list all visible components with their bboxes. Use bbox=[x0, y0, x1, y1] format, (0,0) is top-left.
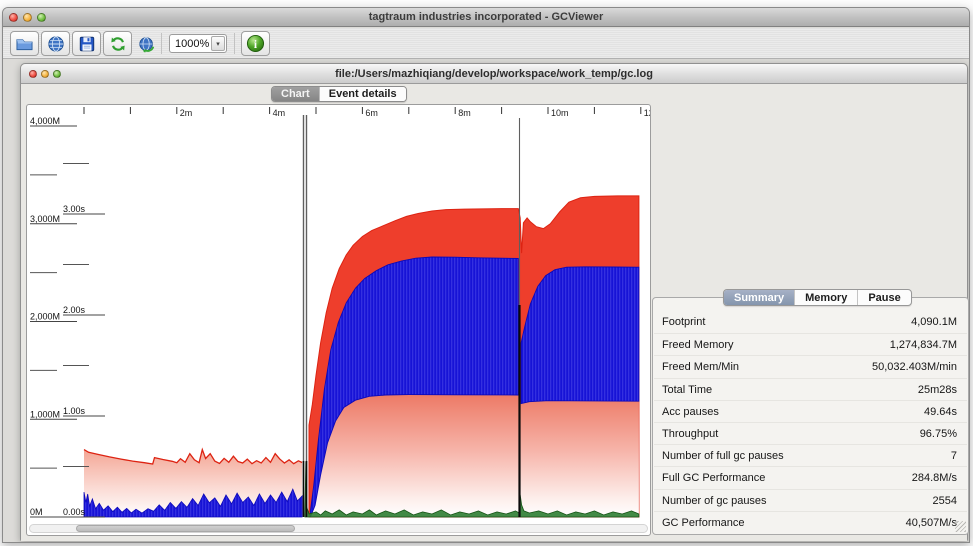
chart-time-ruler: 2m 4m 6m 8m 10m 12m bbox=[83, 107, 650, 118]
x-tick-label: 12m bbox=[644, 108, 650, 118]
gc-chart: 2m 4m 6m 8m 10m 12m 0M 1,000M 2,000M 3,000M 4,000… bbox=[30, 107, 650, 518]
gc-chart-panel: 2m 4m 6m 8m 10m 12m 0M 1,000M 2,000M 3,000M 4,000… bbox=[26, 104, 651, 536]
app-titlebar[interactable]: tagtraum industries incorporated - GCVie… bbox=[3, 8, 969, 27]
view-tabs: Chart Event details bbox=[271, 86, 407, 102]
summary-row: Throughput 96.75% bbox=[654, 421, 967, 444]
x-tick-label: 2m bbox=[180, 108, 193, 118]
toolbar-separator2 bbox=[234, 33, 235, 54]
scrollbar-thumb[interactable] bbox=[76, 525, 295, 532]
document-window: file:/Users/mazhiqiang/develop/workspace… bbox=[20, 63, 969, 541]
tab-summary[interactable]: Summary bbox=[724, 290, 795, 305]
summary-row: Freed Mem/Min 50,032.403M/min bbox=[654, 355, 967, 377]
summary-row-label: Number of full gc pauses bbox=[662, 450, 784, 463]
folder-icon bbox=[16, 39, 33, 51]
x-tick-label: 4m bbox=[273, 108, 286, 118]
summary-row-label: GC Performance bbox=[662, 516, 745, 529]
summary-panel: Footprint 4,090.1M Freed Memory 1,274,834.7… bbox=[652, 297, 969, 535]
summary-row-label: Freed Mem/Min bbox=[662, 361, 740, 374]
pause-axis-label: 3.00s bbox=[63, 204, 86, 214]
open-url-button[interactable] bbox=[41, 31, 70, 56]
chart-horizontal-scrollbar[interactable] bbox=[29, 524, 648, 533]
zoom-value: 1000% bbox=[175, 37, 210, 50]
document-body: Chart Event details 2m 4m 6m 8m 10m 1 0M… bbox=[21, 85, 969, 541]
document-titlebar[interactable]: file:/Users/mazhiqiang/develop/workspace… bbox=[21, 64, 967, 84]
watch-button[interactable] bbox=[134, 32, 160, 55]
summary-row-label: Acc pauses bbox=[662, 405, 719, 418]
chart-plot bbox=[83, 115, 640, 518]
save-icon bbox=[79, 36, 94, 51]
pause-axis-label: 1.00s bbox=[63, 406, 86, 416]
summary-row-value: 284.8M/s bbox=[911, 472, 957, 485]
tab-chart[interactable]: Chart bbox=[272, 87, 319, 101]
summary-row-value: 40,507M/s bbox=[905, 516, 957, 529]
svg-text:i: i bbox=[254, 39, 257, 51]
globe-sync-icon bbox=[139, 36, 155, 53]
pause-axis-label: 2.00s bbox=[63, 305, 86, 315]
x-tick-label: 6m bbox=[365, 108, 378, 118]
summary-row-value: 1,274,834.7M bbox=[889, 339, 957, 352]
info-button[interactable]: i bbox=[241, 31, 270, 56]
summary-row: Footprint 4,090.1M bbox=[654, 311, 967, 333]
memory-axis-label: 2,000M bbox=[30, 312, 60, 322]
tab-memory[interactable]: Memory bbox=[794, 290, 857, 305]
open-file-button[interactable] bbox=[10, 31, 39, 56]
summary-row-value: 2554 bbox=[932, 494, 957, 507]
summary-row-value: 7 bbox=[950, 450, 957, 463]
summary-row-value: 50,032.403M/min bbox=[872, 361, 957, 374]
globe-icon bbox=[47, 35, 64, 52]
summary-row-label: Footprint bbox=[662, 316, 706, 328]
summary-row-value: 4,090.1M bbox=[911, 316, 957, 328]
toolbar: 1000% ▾ i bbox=[3, 28, 969, 59]
zoom-combobox[interactable]: 1000% ▾ bbox=[169, 34, 227, 53]
export-button[interactable] bbox=[72, 31, 101, 56]
summary-tabs: Summary Memory Pause bbox=[723, 289, 912, 306]
screen: tagtraum industries incorporated - GCVie… bbox=[0, 0, 973, 546]
tab-pause[interactable]: Pause bbox=[857, 290, 910, 305]
pause-axis-label: 0.00s bbox=[63, 507, 86, 517]
summary-row-label: Number of gc pauses bbox=[662, 494, 767, 507]
summary-row-label: Full GC Performance bbox=[662, 472, 766, 485]
summary-row: Number of full gc pauses 7 bbox=[654, 444, 967, 466]
memory-axis-label: 4,000M bbox=[30, 116, 60, 126]
x-tick-label: 8m bbox=[458, 108, 471, 118]
summary-row-value: 49.64s bbox=[923, 405, 957, 418]
summary-table: Footprint 4,090.1M Freed Memory 1,274,834.7… bbox=[654, 311, 967, 533]
toolbar-separator bbox=[161, 33, 162, 54]
summary-row-value: 25m28s bbox=[917, 383, 957, 396]
chevron-down-icon[interactable]: ▾ bbox=[211, 36, 225, 51]
summary-row: Full GC Performance 284.8M/s bbox=[654, 466, 967, 488]
memory-axis-label: 1,000M bbox=[30, 409, 60, 419]
summary-row: Number of gc pauses 2554 bbox=[654, 488, 967, 511]
memory-axis-label: 0M bbox=[30, 507, 43, 517]
memory-axis-label: 3,000M bbox=[30, 214, 60, 224]
app-title: tagtraum industries incorporated - GCVie… bbox=[368, 11, 604, 23]
resize-grip-icon[interactable] bbox=[955, 521, 966, 532]
info-icon: i bbox=[246, 34, 265, 53]
used-heap-area-3 bbox=[520, 266, 640, 405]
summary-row: Freed Memory 1,274,834.7M bbox=[654, 333, 967, 355]
x-tick-label: 10m bbox=[551, 108, 569, 118]
summary-row-value: 96.75% bbox=[919, 427, 957, 440]
app-window: tagtraum industries incorporated - GCVie… bbox=[2, 7, 970, 543]
summary-row: GC Performance 40,507M/s bbox=[654, 510, 967, 533]
summary-row: Total Time 25m28s bbox=[654, 377, 967, 400]
tab-event-details[interactable]: Event details bbox=[318, 87, 406, 101]
summary-row-label: Throughput bbox=[662, 427, 719, 440]
refresh-icon bbox=[110, 36, 125, 51]
summary-row-label: Total Time bbox=[662, 383, 713, 396]
summary-row: Acc pauses 49.64s bbox=[654, 399, 967, 422]
document-title: file:/Users/mazhiqiang/develop/workspace… bbox=[335, 68, 653, 80]
summary-row-label: Freed Memory bbox=[662, 339, 734, 352]
refresh-button[interactable] bbox=[103, 31, 132, 56]
